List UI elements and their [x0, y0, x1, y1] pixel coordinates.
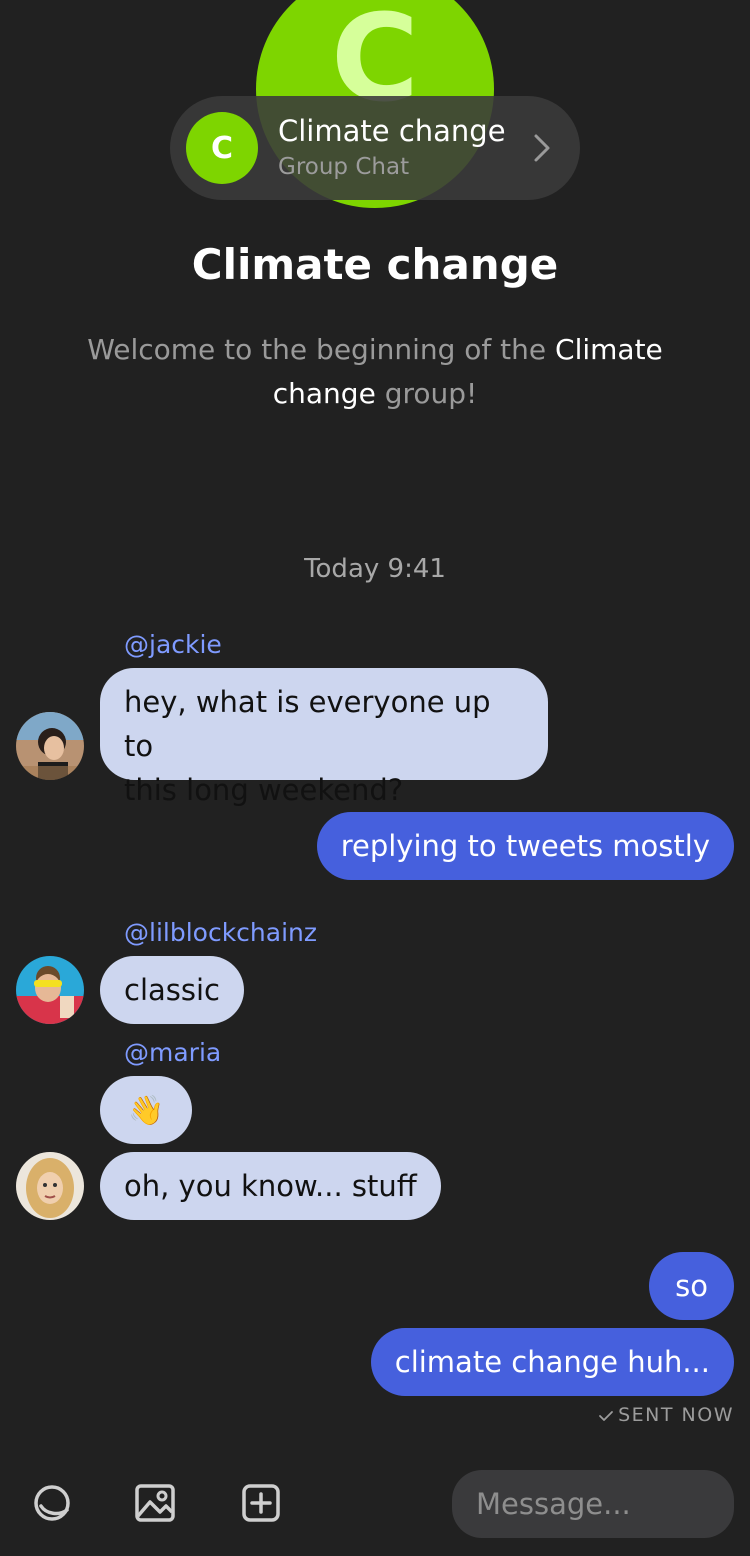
avatar-lilblockchainz[interactable]: [16, 956, 84, 1024]
image-icon[interactable]: [134, 1482, 176, 1524]
chat-screen: C C Climate change Group Chat Climate ch…: [0, 0, 750, 1556]
message-bubble-emoji[interactable]: 👋: [100, 1076, 192, 1144]
avatar-jackie-image: [16, 712, 84, 780]
username-lilblockchainz[interactable]: @lilblockchainz: [124, 918, 317, 947]
message-text-line: this long weekend?: [124, 773, 404, 807]
group-header-button[interactable]: C Climate change Group Chat: [170, 96, 580, 200]
check-icon: [599, 1410, 614, 1421]
welcome-suffix: group!: [375, 377, 478, 410]
avatar-lilblockchainz-image: [16, 956, 84, 1024]
message-bubble-outgoing[interactable]: climate change huh...: [370, 1328, 734, 1396]
chevron-right-icon: [534, 134, 550, 162]
username-jackie[interactable]: @jackie: [124, 630, 222, 659]
sticker-icon[interactable]: [31, 1482, 73, 1524]
timestamp: Today 9:41: [304, 554, 446, 584]
avatar-jackie[interactable]: [16, 712, 84, 780]
message-input[interactable]: [452, 1470, 734, 1538]
message-text-line: hey, what is everyone up to: [124, 685, 491, 763]
avatar-maria[interactable]: [16, 1152, 84, 1220]
welcome-prefix: Welcome to the beginning of the: [87, 333, 556, 366]
message-bubble-incoming[interactable]: hey, what is everyone up to this long we…: [100, 668, 548, 807]
message-bubble-outgoing[interactable]: so: [649, 1252, 734, 1320]
username-maria[interactable]: @maria: [124, 1038, 221, 1067]
welcome-message: Welcome to the beginning of the Climate …: [75, 328, 675, 416]
header-title: Climate change: [278, 114, 506, 148]
message-bubble-incoming[interactable]: classic: [100, 956, 244, 1024]
avatar-maria-image: [16, 1152, 84, 1220]
waving-hand-emoji: 👋: [127, 1093, 165, 1127]
plus-square-icon[interactable]: [240, 1482, 282, 1524]
sent-status: SENT NOW: [598, 1404, 734, 1426]
header-subtitle: Group Chat: [278, 154, 410, 180]
group-title: Climate change: [191, 240, 559, 289]
group-avatar: C: [186, 112, 258, 184]
message-bubble-incoming[interactable]: oh, you know... stuff: [100, 1152, 441, 1220]
sent-status-text: SENT NOW: [618, 1404, 734, 1426]
message-bubble-outgoing[interactable]: replying to tweets mostly: [316, 812, 734, 880]
